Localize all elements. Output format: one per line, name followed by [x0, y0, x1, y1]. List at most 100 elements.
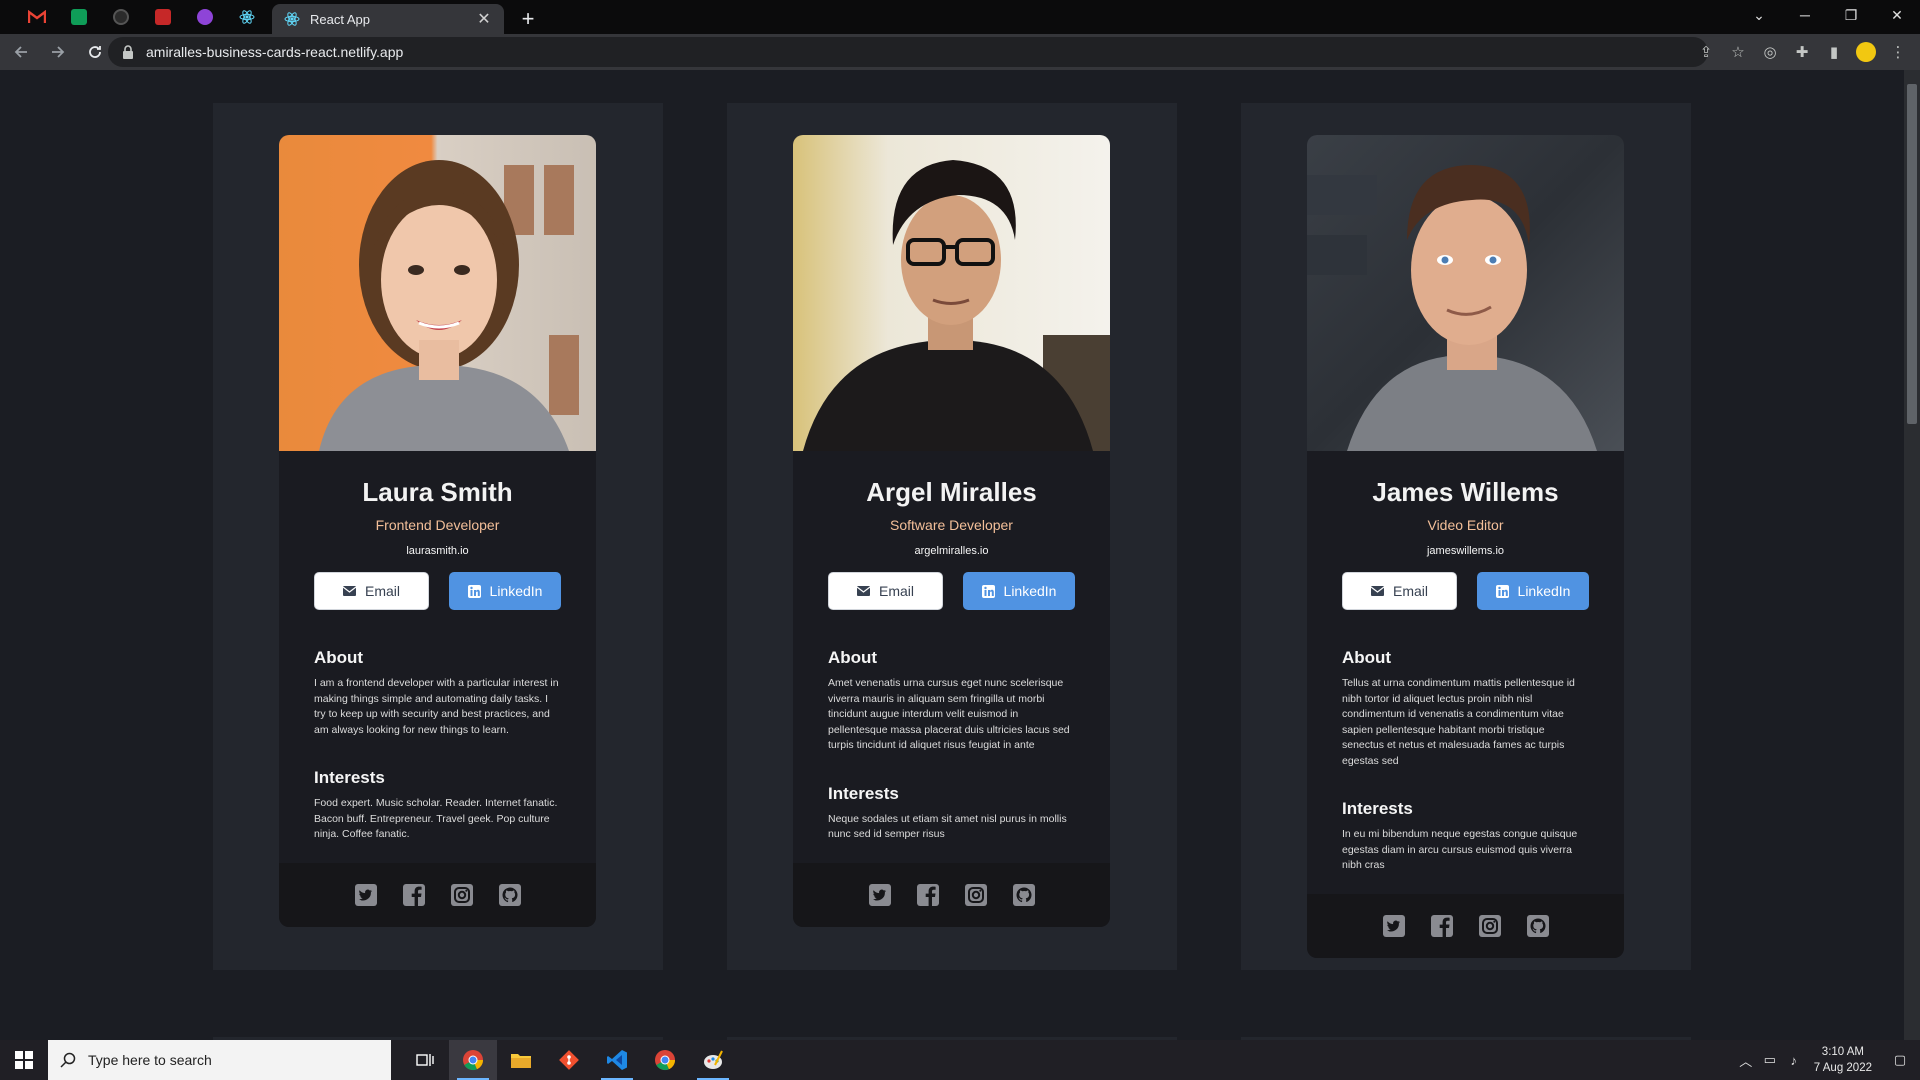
facebook-icon[interactable]	[402, 883, 426, 907]
linkedin-label: LinkedIn	[1003, 583, 1057, 599]
linkedin-icon	[981, 584, 995, 598]
about-text: Amet venenatis urna cursus eget nunc sce…	[828, 677, 1070, 751]
pinned-tab-sheets[interactable]	[58, 0, 100, 34]
profile-photo	[793, 135, 1110, 451]
windows-taskbar: Type here to search ︿ ▭ ♪ 3:10 AM 7 Aug …	[0, 1040, 1920, 1080]
lock-icon	[123, 45, 133, 59]
social-footer	[279, 862, 596, 927]
taskbar-paint[interactable]	[689, 1040, 737, 1080]
pinned-tab-github[interactable]	[100, 0, 142, 34]
about-section: About Tellus at urna condimentum mattis …	[1342, 648, 1589, 769]
notifications-icon[interactable]: ▢	[1880, 1040, 1920, 1080]
volume-icon[interactable]: ♪	[1782, 1040, 1806, 1080]
profile-photo	[1307, 135, 1624, 451]
card-panel: Argel Miralles Software Developer argelm…	[727, 103, 1177, 970]
interests-section: Interests Food expert. Music scholar. Re…	[314, 768, 561, 843]
twitter-icon[interactable]	[354, 883, 378, 907]
email-label: Email	[364, 583, 400, 599]
close-tab-icon[interactable]: ✕	[476, 9, 492, 29]
taskbar-search[interactable]: Type here to search	[48, 1040, 391, 1080]
share-icon[interactable]: ⇪	[1690, 36, 1722, 68]
taskbar-file-explorer[interactable]	[497, 1040, 545, 1080]
twitter-icon[interactable]	[868, 883, 892, 907]
portrait-image	[319, 160, 579, 451]
linkedin-button[interactable]: LinkedIn	[963, 572, 1075, 610]
forward-button[interactable]	[42, 36, 74, 68]
about-heading: About	[314, 648, 364, 667]
envelope-icon	[1370, 586, 1384, 596]
back-button[interactable]	[5, 36, 37, 68]
email-label: Email	[1392, 583, 1428, 599]
portrait-image	[1307, 165, 1597, 451]
pinned-tabs	[0, 0, 268, 34]
interests-section: Interests Neque sodales ut etiam sit ame…	[828, 784, 1075, 843]
toolbar-actions: ⇪ ☆ ◎ ✚ ▮ ⋮	[1690, 34, 1914, 70]
bookmark-star-icon[interactable]: ☆	[1722, 36, 1754, 68]
taskbar-vscode[interactable]	[593, 1040, 641, 1080]
social-footer	[793, 862, 1110, 927]
email-button[interactable]: Email	[1342, 572, 1457, 610]
linkedin-button[interactable]: LinkedIn	[1477, 572, 1589, 610]
tab-search-icon[interactable]: ⌄	[1736, 0, 1782, 30]
website-link[interactable]: jameswillems.io	[1342, 545, 1589, 557]
chrome-icon	[463, 1050, 484, 1071]
person-name: Argel Miralles	[866, 477, 1037, 507]
pinned-tab-purple-app[interactable]	[184, 0, 226, 34]
task-view-icon	[416, 1054, 434, 1066]
git-icon	[559, 1050, 579, 1070]
extensions-puzzle-icon[interactable]: ✚	[1786, 36, 1818, 68]
taskbar-chrome-profile[interactable]	[641, 1040, 689, 1080]
linkedin-icon	[1495, 584, 1509, 598]
new-tab-button[interactable]: +	[512, 4, 544, 34]
address-bar[interactable]: amiralles-business-cards-react.netlify.a…	[108, 37, 1708, 67]
start-button[interactable]	[0, 1040, 48, 1080]
email-button[interactable]: Email	[828, 572, 943, 610]
arrow-right-icon	[52, 46, 65, 58]
github-icon[interactable]	[498, 883, 522, 907]
github-icon[interactable]	[1526, 914, 1550, 938]
instagram-icon[interactable]	[1478, 914, 1502, 938]
web-page: Laura Smith Frontend Developer laurasmit…	[0, 70, 1904, 1040]
minimize-button[interactable]: ─	[1782, 0, 1828, 30]
folder-icon	[511, 1054, 531, 1068]
instagram-icon[interactable]	[964, 883, 988, 907]
url-text: amiralles-business-cards-react.netlify.a…	[146, 44, 404, 60]
interests-text: Neque sodales ut etiam sit amet nisl pur…	[828, 812, 1067, 841]
pinned-tab-gmail[interactable]	[16, 0, 58, 34]
business-card: Laura Smith Frontend Developer laurasmit…	[279, 135, 596, 927]
pinned-tab-red-app[interactable]	[142, 0, 184, 34]
more-menu-icon[interactable]: ⋮	[1882, 36, 1914, 68]
react-icon	[239, 10, 255, 24]
linkedin-button[interactable]: LinkedIn	[449, 572, 561, 610]
vscode-icon	[607, 1050, 627, 1070]
profile-avatar[interactable]	[1856, 42, 1876, 62]
linkedin-label: LinkedIn	[489, 583, 543, 599]
taskbar-chrome[interactable]	[449, 1040, 497, 1080]
network-icon[interactable]: ▭	[1758, 1040, 1782, 1080]
window-controls: ⌄ ─ ❐ ✕	[1736, 0, 1920, 30]
person-name: Laura Smith	[362, 477, 513, 507]
scrollbar-thumb[interactable]	[1907, 84, 1917, 424]
facebook-icon[interactable]	[916, 883, 940, 907]
restore-button[interactable]: ❐	[1828, 0, 1874, 30]
github-icon[interactable]	[1012, 883, 1036, 907]
twitter-icon[interactable]	[1382, 914, 1406, 938]
website-link[interactable]: laurasmith.io	[314, 545, 561, 557]
system-clock[interactable]: 3:10 AM 7 Aug 2022	[1806, 1044, 1880, 1076]
system-tray: ︿ ▭ ♪ 3:10 AM 7 Aug 2022 ▢	[1734, 1040, 1920, 1080]
close-window-button[interactable]: ✕	[1874, 0, 1920, 30]
extension-circle-icon[interactable]: ◎	[1754, 36, 1786, 68]
taskbar-git[interactable]	[545, 1040, 593, 1080]
tab-react-app[interactable]: React App ✕	[272, 4, 504, 34]
reload-button[interactable]	[79, 36, 111, 68]
chevron-up-icon[interactable]: ︿	[1734, 1040, 1758, 1080]
email-button[interactable]: Email	[314, 572, 429, 610]
side-panel-icon[interactable]: ▮	[1818, 36, 1850, 68]
pinned-tab-react[interactable]	[226, 0, 268, 34]
website-link[interactable]: argelmiralles.io	[828, 545, 1075, 557]
vertical-scrollbar[interactable]	[1904, 70, 1920, 1040]
facebook-icon[interactable]	[1430, 914, 1454, 938]
contact-buttons: Email LinkedIn	[314, 572, 561, 610]
instagram-icon[interactable]	[450, 883, 474, 907]
task-view-button[interactable]	[401, 1040, 449, 1080]
